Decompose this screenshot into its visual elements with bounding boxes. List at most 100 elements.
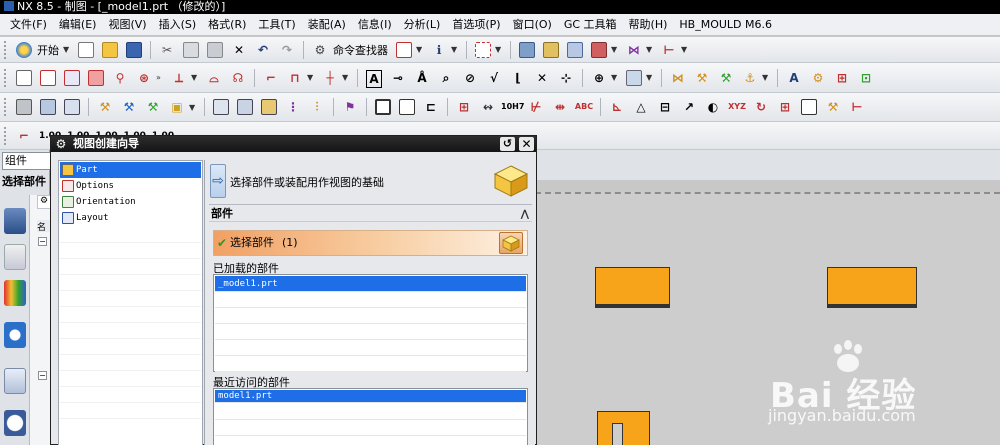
tool-icon[interactable]: ⊾ [606, 96, 628, 118]
coordinate-icon[interactable]: XYZ [726, 96, 748, 118]
tool-icon[interactable] [258, 96, 280, 118]
save-icon[interactable] [123, 39, 145, 61]
selection-box-icon[interactable] [472, 39, 494, 61]
triangle-icon[interactable]: △ [630, 96, 652, 118]
chevron-down-icon[interactable]: ▼ [611, 73, 619, 82]
tool-icon[interactable]: ⋈ [623, 39, 645, 61]
label-icon[interactable]: ⊸ [387, 67, 409, 89]
reset-button[interactable]: ↺ [500, 137, 515, 151]
list-item[interactable]: model1.prt [215, 390, 526, 403]
step-orientation[interactable]: Orientation [60, 194, 201, 210]
new-file-icon[interactable] [75, 39, 97, 61]
chevron-down-icon[interactable]: ▼ [646, 73, 654, 82]
list-item[interactable] [215, 324, 526, 340]
menu-preferences[interactable]: 首选项(P) [446, 15, 506, 35]
dialog-title-bar[interactable]: ⚙ 视图创建向导 ↺ ✕ [51, 136, 536, 152]
symbol-icon[interactable]: Å [411, 67, 433, 89]
menu-file[interactable]: 文件(F) [4, 15, 53, 35]
menu-hb-mould[interactable]: HB_MOULD M6.6 [673, 15, 778, 35]
model-view-right[interactable] [827, 267, 917, 308]
close-button[interactable]: ✕ [519, 137, 534, 151]
tool-icon[interactable]: ⚒ [822, 96, 844, 118]
cut-icon[interactable]: ✂ [156, 39, 178, 61]
navigator-column-header[interactable]: 名 [37, 220, 51, 233]
tool-icon[interactable]: ⊞ [774, 96, 796, 118]
tool-icon[interactable]: ⚒ [142, 96, 164, 118]
component-filter[interactable]: 组件 [2, 152, 52, 170]
chevron-down-icon[interactable]: ▼ [762, 73, 770, 82]
assembly-navigator-icon[interactable] [4, 244, 26, 270]
tool-icon[interactable] [61, 96, 83, 118]
erase-icon[interactable] [85, 67, 107, 89]
menu-edit[interactable]: 编辑(E) [53, 15, 103, 35]
chevron-down-icon[interactable]: ▼ [189, 103, 197, 112]
target-icon[interactable]: ◐ [702, 96, 724, 118]
tool-icon[interactable]: ⚒ [118, 96, 140, 118]
menu-assembly[interactable]: 装配(A) [302, 15, 352, 35]
tool-icon[interactable] [210, 96, 232, 118]
open-folder-icon[interactable] [99, 39, 121, 61]
delete-icon[interactable]: ✕ [228, 39, 250, 61]
chevron-down-icon[interactable]: ▼ [495, 45, 503, 54]
intersect-icon[interactable]: ✕ [531, 67, 553, 89]
center-mark-icon[interactable]: ⊕ [588, 67, 610, 89]
model-view-front[interactable] [597, 411, 650, 445]
tree-expand-icon[interactable]: − [38, 371, 47, 380]
dimension-icon[interactable]: ⇹ [549, 96, 571, 118]
tool-icon[interactable] [564, 39, 586, 61]
tool-icon[interactable]: ⋈ [667, 67, 689, 89]
chevron-down-icon[interactable]: ▼ [416, 45, 424, 54]
layers-icon[interactable] [516, 39, 538, 61]
fit-icon[interactable]: 10H7 [501, 96, 524, 118]
chevron-down-icon[interactable]: ▼ [191, 73, 199, 82]
next-step-arrow-icon[interactable]: ⇨ [210, 164, 226, 198]
text-note-icon[interactable]: A [363, 67, 385, 89]
layers-icon[interactable] [37, 96, 59, 118]
magic-icon[interactable]: ⚲ [109, 67, 131, 89]
tool-icon[interactable] [588, 39, 610, 61]
tree-expand-icon[interactable]: − [38, 237, 47, 246]
tool-icon[interactable]: ⊓ [284, 67, 306, 89]
tool-icon[interactable]: ⌓ [203, 67, 225, 89]
toolbar-grip[interactable] [4, 40, 8, 59]
loaded-parts-list[interactable]: _model1.prt [213, 274, 528, 372]
weld-icon[interactable]: ⌊ [507, 67, 529, 89]
menu-information[interactable]: 信息(I) [352, 15, 398, 35]
tool-icon[interactable] [234, 96, 256, 118]
collapse-icon[interactable]: ⋀ [521, 206, 529, 223]
menu-tools[interactable]: 工具(T) [252, 15, 301, 35]
tool-icon[interactable]: ⊢ [658, 39, 680, 61]
toolbar-grip[interactable] [4, 68, 8, 87]
undo-icon[interactable]: ↶ [252, 39, 274, 61]
tool-icon[interactable]: ⊡ [855, 67, 877, 89]
chevron-down-icon[interactable]: ▼ [611, 45, 619, 54]
chevron-down-icon[interactable]: ▼ [681, 45, 689, 54]
history-palette-icon[interactable] [4, 280, 26, 306]
dimension-icon[interactable]: ↭ [477, 96, 499, 118]
centerline-icon[interactable]: ⊹ [555, 67, 577, 89]
edit-sheet-icon[interactable] [37, 67, 59, 89]
toolbar-grip[interactable] [4, 98, 8, 116]
menu-window[interactable]: 窗口(O) [507, 15, 558, 35]
model-view-top[interactable] [595, 267, 670, 308]
navigator-tab-icon[interactable]: ⚙ [37, 195, 51, 209]
list-item[interactable] [215, 404, 526, 420]
info-icon[interactable]: ℹ [428, 39, 450, 61]
arrow-icon[interactable]: ↗ [678, 96, 700, 118]
web-browser-icon[interactable] [4, 322, 26, 348]
measure-icon[interactable]: ⊘ [459, 67, 481, 89]
start-button[interactable]: 开始 [37, 42, 59, 58]
tool-icon[interactable] [372, 96, 394, 118]
new-sheet-icon[interactable] [13, 67, 35, 89]
copy-icon[interactable] [180, 39, 202, 61]
menu-view[interactable]: 视图(V) [102, 15, 152, 35]
tool-icon[interactable]: ⫶ [306, 96, 328, 118]
command-finder-icon[interactable]: ⚙ [309, 39, 331, 61]
tool-icon[interactable]: ⊢ [846, 96, 868, 118]
chevron-down-icon[interactable]: ▼ [451, 45, 459, 54]
list-item[interactable] [215, 308, 526, 324]
tool-icon[interactable]: ▣ [166, 96, 188, 118]
tool-icon[interactable] [13, 96, 35, 118]
tool-icon[interactable]: ⌐ [13, 125, 35, 147]
menu-insert[interactable]: 插入(S) [153, 15, 203, 35]
